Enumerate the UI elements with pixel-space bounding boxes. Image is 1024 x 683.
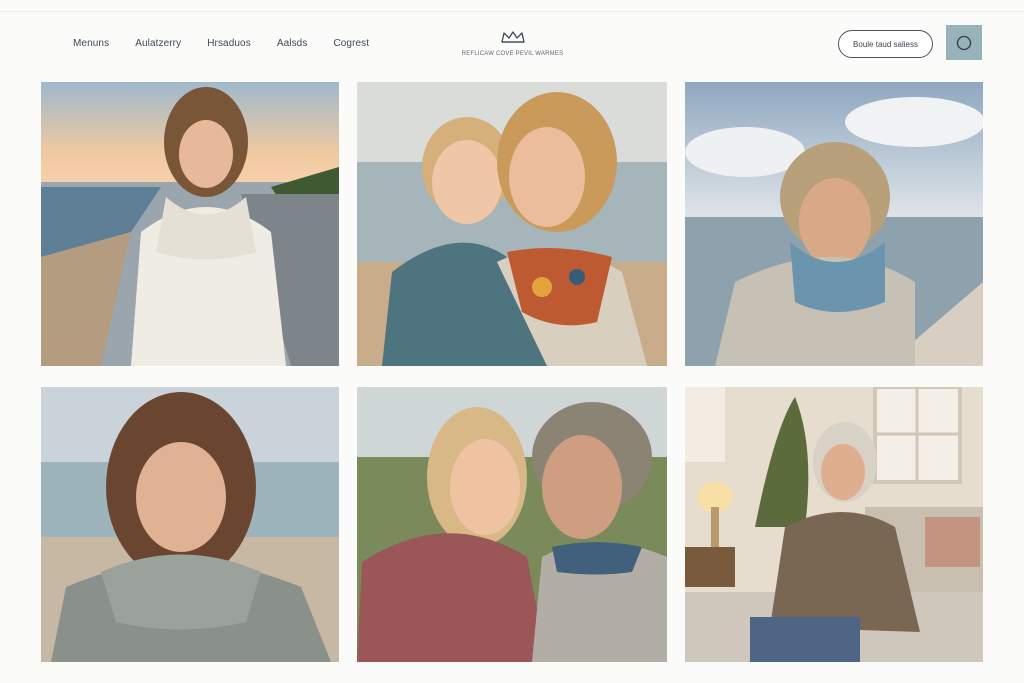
gallery-photo-1[interactable]: [41, 82, 339, 366]
header-cta-button[interactable]: Boule taud saliess: [838, 30, 933, 58]
search-button[interactable]: [946, 25, 982, 60]
nav-item-aalsds[interactable]: Aalsds: [277, 38, 308, 49]
gallery-photo-5[interactable]: [357, 387, 667, 662]
crown-logo-icon: [500, 31, 525, 43]
photo-older-woman-brown-wrap: [685, 387, 983, 662]
nav-item-menuns[interactable]: Menuns: [73, 38, 109, 49]
gallery-photo-2[interactable]: [357, 82, 667, 366]
photo-woman-grey-wrap: [41, 387, 339, 662]
main-nav: Menuns Aulatzerry Hrsaduos Aalsds Cogres…: [73, 38, 395, 49]
gallery-photo-6[interactable]: [685, 387, 983, 662]
nav-item-aulatzerry[interactable]: Aulatzerry: [135, 38, 181, 49]
brand[interactable]: REFLICAW COVE PEVIL WARMES: [440, 30, 585, 57]
photo-father-daughter-rose-wrap: [357, 387, 667, 662]
gallery-photo-3[interactable]: [685, 82, 983, 366]
gallery-photo-4[interactable]: [41, 387, 339, 662]
search-icon: [956, 35, 972, 51]
top-divider: [0, 11, 1024, 12]
photo-gallery: [41, 82, 983, 662]
photo-man-grey-wrap: [685, 82, 983, 366]
photo-mother-daughter-teal-wrap: [357, 82, 667, 366]
photo-woman-cream-wrap: [41, 82, 339, 366]
nav-item-cogrest[interactable]: Cogrest: [333, 38, 369, 49]
nav-item-hrsaduos[interactable]: Hrsaduos: [207, 38, 251, 49]
brand-tagline: REFLICAW COVE PEVIL WARMES: [461, 51, 564, 57]
